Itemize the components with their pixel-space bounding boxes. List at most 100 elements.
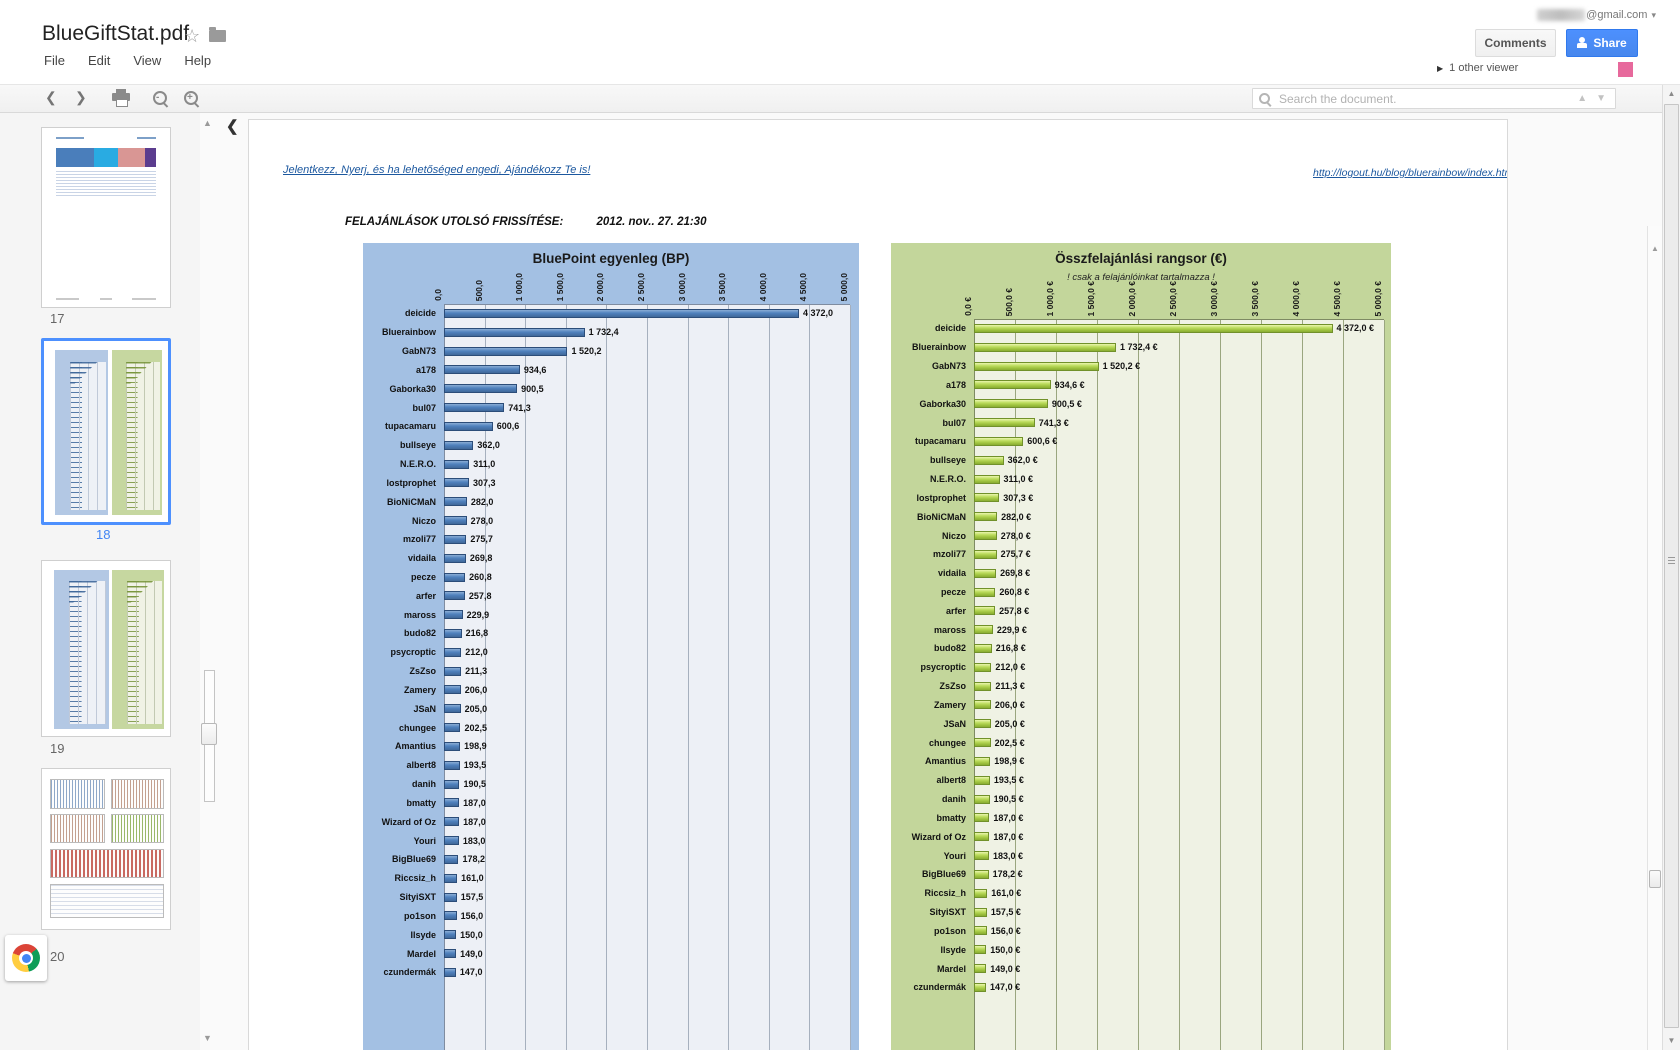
thumbnail-page-19[interactable] — [41, 560, 171, 737]
category-label: Riccsiz_h — [924, 888, 966, 899]
menu-view[interactable]: View — [133, 53, 161, 68]
value-label: 1 520,2 € — [1102, 361, 1141, 372]
sidebar-scrollbar-handle[interactable] — [201, 723, 217, 745]
bar-row: lostprophet 307,3 — [363, 473, 859, 492]
thumbnail-page-number[interactable]: 18 — [96, 527, 110, 542]
bar — [974, 531, 997, 541]
value-label: 900,5 € — [1051, 398, 1082, 409]
browser-scrollbar[interactable]: ▲ ▼ — [1662, 85, 1680, 1050]
value-label: 600,6 € — [1027, 436, 1058, 447]
document-search-box[interactable]: ▲ ▼ — [1252, 88, 1616, 109]
bar — [974, 945, 987, 955]
signup-link[interactable]: Jelentkezz, Nyerj, és ha lehetőséged eng… — [283, 164, 590, 176]
bar — [974, 982, 987, 992]
value-label: 205,0 € — [994, 718, 1025, 729]
bar — [974, 719, 991, 729]
thumbnail-page-20[interactable] — [41, 768, 171, 930]
sidebar-scroll-up-icon[interactable]: ▲ — [203, 118, 212, 128]
bar-row: ZsZso 211,3 — [363, 662, 859, 681]
bar-row: a178 934,6 — [363, 360, 859, 379]
category-label: vidaila — [937, 568, 966, 579]
category-label: danih — [412, 779, 436, 790]
bar — [974, 323, 1333, 333]
bar-row: BigBlue69 178,2 € — [891, 865, 1391, 884]
bar-row: Amantius 198,9 € — [891, 752, 1391, 771]
next-page-icon[interactable]: ❯ — [75, 89, 87, 106]
bar — [444, 647, 462, 657]
browser-scroll-up-icon[interactable]: ▲ — [1663, 85, 1680, 102]
value-label: 206,0 — [464, 684, 488, 695]
account-email-masked — [1537, 9, 1586, 21]
thumbnail-page-number[interactable]: 20 — [50, 949, 64, 964]
value-label: 307,3 — [472, 477, 496, 488]
zoom-out-icon[interactable]: - — [153, 91, 169, 108]
browser-scroll-down-icon[interactable]: ▼ — [1663, 1032, 1680, 1049]
scrollbar-grip — [1668, 557, 1675, 566]
bar — [444, 817, 460, 827]
other-viewers-toggle[interactable]: ▶ 1 other viewer — [1437, 62, 1518, 74]
chrome-app-icon[interactable] — [5, 935, 47, 981]
menu-help[interactable]: Help — [184, 53, 211, 68]
value-label: 150,0 € — [990, 944, 1021, 955]
bar — [974, 361, 1099, 371]
document-scrollbar-thumb[interactable] — [1649, 870, 1661, 888]
thumbnail-page-17[interactable] — [41, 127, 171, 308]
print-icon[interactable] — [112, 89, 130, 107]
search-input[interactable] — [1277, 90, 1578, 107]
zoom-in-icon[interactable]: + — [184, 91, 200, 108]
bar — [974, 681, 992, 691]
menu-edit[interactable]: Edit — [88, 53, 110, 68]
document-scrollbar[interactable]: ▲ ▼ — [1647, 226, 1662, 1050]
bar — [444, 628, 462, 638]
bar-row: po1son 156,0 € — [891, 922, 1391, 941]
star-icon[interactable]: ☆ — [184, 26, 200, 47]
value-label: 934,6 — [523, 364, 547, 375]
menu-file[interactable]: File — [44, 53, 65, 68]
bar-row: bmatty 187,0 € — [891, 809, 1391, 828]
doc-scroll-up-icon[interactable]: ▲ — [1651, 244, 1659, 253]
category-label: Gaborka30 — [389, 383, 436, 394]
bar — [444, 553, 466, 563]
sidebar-scroll-down-icon[interactable]: ▼ — [203, 1033, 212, 1043]
bar — [444, 798, 460, 808]
x-tick-label: 0,0 € — [963, 297, 973, 316]
mini-chart-green — [112, 569, 164, 729]
thumbnail-page-18[interactable] — [41, 338, 171, 525]
bar — [444, 403, 505, 413]
account-area[interactable]: @gmail.com ▾ — [1537, 9, 1656, 21]
bar-row: Zamery 206,0 € — [891, 696, 1391, 715]
bar — [444, 478, 469, 488]
category-label: po1son — [933, 925, 966, 936]
share-person-icon — [1577, 37, 1588, 49]
bar — [444, 967, 456, 977]
category-label: bmatty — [406, 797, 436, 808]
x-tick-label: 3 500,0 — [717, 272, 728, 301]
folder-icon[interactable] — [209, 27, 226, 42]
bar — [974, 907, 987, 917]
blog-url-link[interactable]: http://logout.hu/blog/bluerainbow/index.… — [1313, 167, 1507, 179]
bar-row: albert8 193,5 — [363, 756, 859, 775]
thumbnail-page-number[interactable]: 19 — [50, 741, 64, 756]
previous-page-icon[interactable]: ❮ — [45, 89, 57, 106]
bar-row: Zamery 206,0 — [363, 681, 859, 700]
category-label: Wizard of Oz — [381, 816, 436, 827]
thumbnail-page-number[interactable]: 17 — [50, 311, 64, 326]
bar — [974, 399, 1048, 409]
find-previous-icon[interactable]: ▲ — [1577, 93, 1587, 104]
chrome-logo-icon — [12, 944, 40, 972]
find-next-icon[interactable]: ▼ — [1596, 93, 1606, 104]
bar — [444, 666, 462, 676]
collapse-sidebar-icon[interactable]: ❮ — [226, 117, 239, 135]
category-label: arfer — [415, 590, 436, 601]
thumbnail-art — [42, 128, 170, 307]
value-label: 269,8 — [469, 553, 493, 564]
category-label: pecze — [410, 572, 436, 582]
share-button[interactable]: Share — [1566, 29, 1638, 57]
category-label: chungee — [398, 722, 436, 733]
comments-button[interactable]: Comments — [1475, 29, 1556, 57]
chart-bluepoint-balance: BluePoint egyenleg (BP) 0,0 500,0 1 000,0 1… — [363, 243, 859, 1050]
last-update-line: FELAJÁNLÁSOK UTOLSÓ FRISSÍTÉSE: 2012. no… — [345, 216, 706, 228]
account-email: @gmail.com — [1586, 9, 1648, 21]
browser-scrollbar-thumb[interactable] — [1664, 104, 1679, 1028]
category-label: bullseye — [929, 455, 966, 466]
